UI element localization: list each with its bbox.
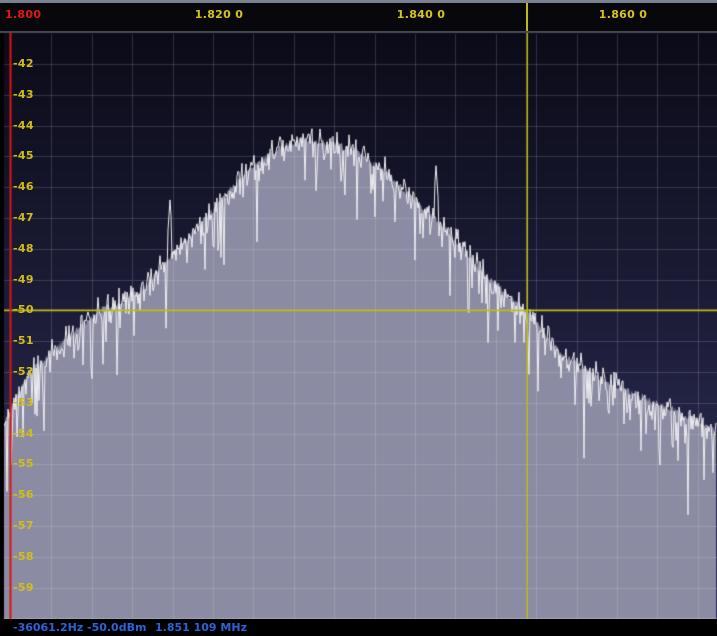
db-tick-label: -59 xyxy=(13,581,34,594)
cursor-frequency-readout: 1.851 109 MHz xyxy=(155,621,247,634)
db-tick-label: -56 xyxy=(13,488,34,501)
cursor-level-readout: -50.0dBm xyxy=(87,621,146,634)
db-tick-label: -49 xyxy=(13,273,34,286)
db-tick-label: -45 xyxy=(13,149,34,162)
db-tick-label: -43 xyxy=(13,88,34,101)
db-tick-label: -44 xyxy=(13,119,34,132)
db-tick-label: -46 xyxy=(13,180,34,193)
db-tick-label: -52 xyxy=(13,365,34,378)
status-bar: -36061.2Hz -50.0dBm 1.851 109 MHz xyxy=(0,619,717,636)
db-tick-label: -51 xyxy=(13,334,34,347)
spectrum-canvas[interactable] xyxy=(0,31,717,619)
db-tick-label: -48 xyxy=(13,242,34,255)
db-tick-label: -50 xyxy=(13,303,34,316)
cursor-vertical-line[interactable] xyxy=(526,3,528,31)
freq-tick-label: 1.860 0 xyxy=(583,8,663,21)
db-tick-label: -47 xyxy=(13,211,34,224)
spectrum-plot-area[interactable]: -42 -43 -44 -45 -46 -47 -48 -49 -50 -51 -52 -53 -54 -… xyxy=(0,31,717,619)
db-tick-label: -42 xyxy=(13,57,34,70)
db-tick-label: -55 xyxy=(13,457,34,470)
freq-tick-label: 1.800 xyxy=(5,8,65,21)
db-tick-label: -58 xyxy=(13,550,34,563)
spectrum-analyzer-screen: 1.8001.820 01.840 01.860 0 -42-43-44-45-… xyxy=(0,0,717,636)
db-tick-label: -57 xyxy=(13,519,34,532)
freq-tick-label: 1.840 0 xyxy=(381,8,461,21)
cursor-offset-readout: -36061.2Hz xyxy=(13,621,83,634)
db-tick-label: -54 xyxy=(13,427,34,440)
freq-tick-label: 1.820 0 xyxy=(179,8,259,21)
frequency-axis-bar: 1.800 1.820 0 1.840 0 1.860 0 xyxy=(0,3,717,31)
db-tick-label: -53 xyxy=(13,396,34,409)
